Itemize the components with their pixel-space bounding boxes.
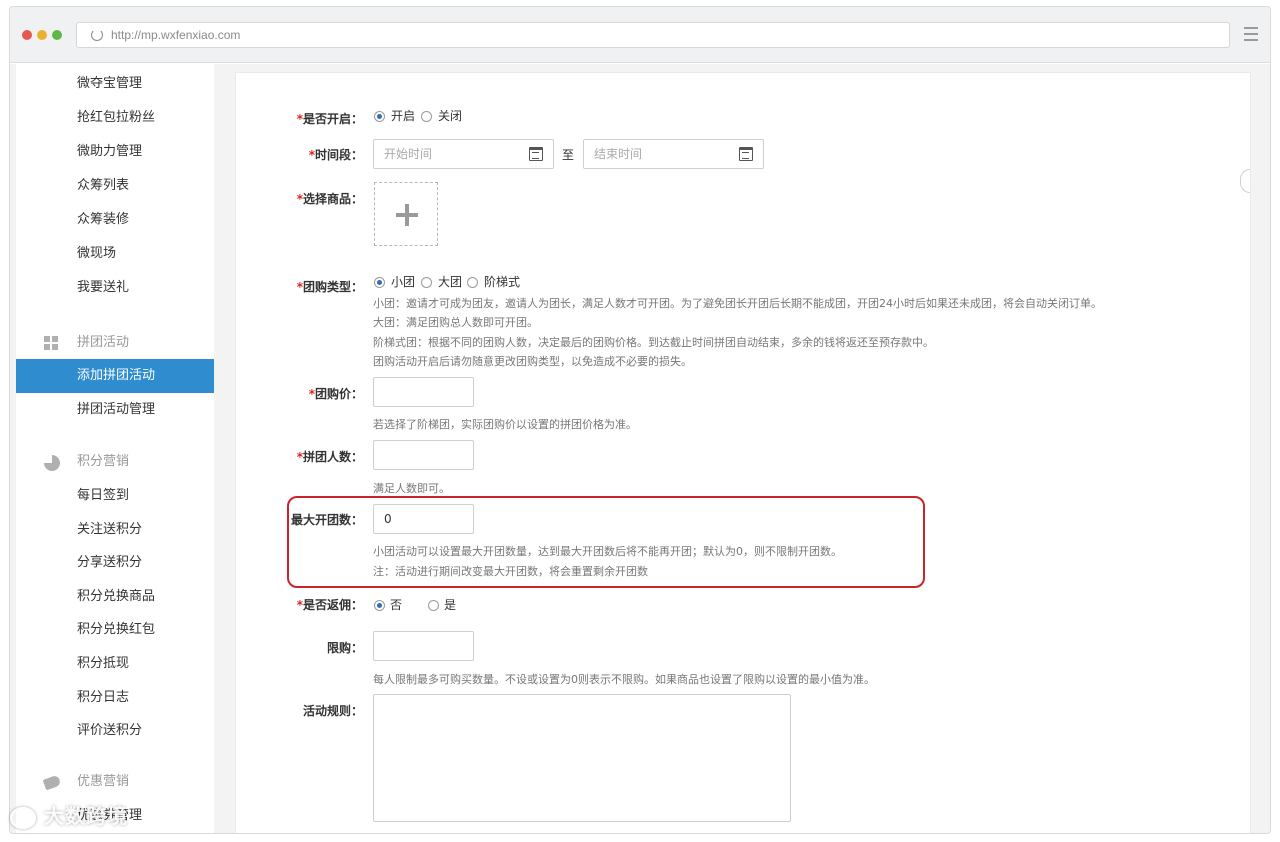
group-type-help: 团购活动开启后请勿随意更改团购类型，以免造成不必要的损失。 (373, 355, 692, 368)
tag-icon (42, 774, 62, 791)
watermark: 大数跨境 (10, 800, 128, 829)
sidebar-item-pintuan-manage[interactable]: 拼团活动管理 (16, 393, 214, 427)
sidebar-item-crowdfunding-decor[interactable]: 众筹装修 (16, 203, 214, 237)
sidebar-group-coupon: 优惠营销 (16, 765, 214, 799)
sidebar-item-points-goods[interactable]: 积分兑换商品 (16, 580, 214, 614)
sidebar-item-duobao[interactable]: 微夺宝管理 (16, 67, 214, 101)
product-label: *选择商品： (296, 192, 363, 206)
period-label: *时间段： (308, 148, 363, 162)
enable-off-radio[interactable] (421, 111, 432, 122)
maximize-window-icon[interactable] (52, 30, 62, 40)
sidebar-group-label: 拼团活动 (77, 335, 130, 350)
group-type-help: 阶梯式团：根据不同的团购人数，决定最后的团购价格。到达截止时间拼团自动结束，多余… (373, 336, 934, 349)
limit-help: 每人限制最多可购买数量。不设或设置为0则表示不限购。如果商品也设置了限购以设置的… (373, 673, 875, 686)
sidebar: 微夺宝管理 抢红包拉粉丝 微助力管理 众筹列表 众筹装修 微现场 我要送礼 拼团… (16, 64, 214, 833)
group-price-input[interactable] (373, 377, 474, 407)
rebate-label: *是否返佣： (296, 598, 363, 612)
reload-icon[interactable] (91, 29, 103, 41)
form-panel: *是否开启： 开启 关闭 *时间段： 开始时间 至 结束时间 *选择商品： *团… (235, 72, 1251, 833)
sidebar-item-add-pintuan[interactable]: 添加拼团活动 (16, 359, 214, 393)
sidebar-item-gift[interactable]: 我要送礼 (16, 271, 214, 305)
sidebar-group-points: 积分营销 (16, 445, 214, 479)
grid-icon (44, 336, 60, 350)
group-size-input[interactable] (373, 440, 474, 470)
address-bar[interactable]: http://mp.wxfenxiao.com (76, 22, 1230, 48)
pie-icon (44, 455, 60, 471)
sidebar-item-review-points[interactable]: 评价送积分 (16, 714, 214, 748)
side-scroll-handle[interactable] (1240, 169, 1250, 193)
group-type-label: *团购类型： (296, 280, 363, 294)
address-bar-url: http://mp.wxfenxiao.com (111, 28, 241, 42)
max-groups-label: 最大开团数： (290, 513, 363, 527)
sidebar-item-zhuli[interactable]: 微助力管理 (16, 135, 214, 169)
select-product-button[interactable] (374, 182, 438, 246)
calendar-icon[interactable] (529, 147, 543, 161)
enable-label: *是否开启： (296, 112, 363, 126)
enable-on-radio[interactable] (374, 111, 385, 122)
close-window-icon[interactable] (22, 30, 32, 40)
group-size-help: 满足人数即可。 (373, 482, 450, 495)
group-type-help: 小团：邀请才可成为团友，邀请人为团长，满足人数才可开团。为了避免团长开团后长期不… (373, 297, 1102, 310)
period-separator: 至 (562, 148, 575, 162)
rebate-yes-text: 是 (444, 598, 457, 612)
rules-textarea[interactable] (373, 694, 791, 822)
hamburger-menu-icon[interactable] (1244, 27, 1258, 41)
group-type-ladder-text: 阶梯式 (484, 275, 521, 289)
group-type-small-text: 小团 (391, 275, 416, 289)
sidebar-item-points-cash[interactable]: 积分抵现 (16, 647, 214, 681)
group-type-ladder-radio[interactable] (467, 277, 478, 288)
rules-label: 活动规则： (302, 704, 363, 718)
limit-input[interactable] (373, 631, 474, 661)
browser-titlebar: http://mp.wxfenxiao.com (10, 7, 1270, 63)
sidebar-item-red-packet[interactable]: 抢红包拉粉丝 (16, 101, 214, 135)
page: 微夺宝管理 抢红包拉粉丝 微助力管理 众筹列表 众筹装修 微现场 我要送礼 拼团… (10, 64, 1270, 833)
sidebar-item-points-log[interactable]: 积分日志 (16, 681, 214, 715)
sidebar-item-crowdfunding-list[interactable]: 众筹列表 (16, 169, 214, 203)
max-groups-help: 小团活动可以设置最大开团数量，达到最大开团数后将不能再开团；默认为0，则不限制开… (373, 545, 842, 558)
sidebar-item-follow-points[interactable]: 关注送积分 (16, 513, 214, 547)
sidebar-group-pintuan: 拼团活动 (16, 326, 214, 360)
group-type-small-radio[interactable] (374, 277, 385, 288)
group-size-label: *拼团人数： (296, 450, 363, 464)
sidebar-group-label: 积分营销 (77, 454, 130, 469)
watermark-logo-icon (10, 806, 36, 829)
max-groups-input[interactable]: 0 (373, 504, 474, 534)
minimize-window-icon[interactable] (37, 30, 47, 40)
group-type-big-text: 大团 (438, 275, 463, 289)
enable-on-text: 开启 (391, 109, 416, 123)
rebate-no-radio[interactable] (374, 600, 385, 611)
sidebar-group-label: 优惠营销 (77, 774, 130, 789)
enable-off-text: 关闭 (438, 109, 463, 123)
sidebar-item-share-points[interactable]: 分享送积分 (16, 546, 214, 580)
sidebar-item-points-redpacket[interactable]: 积分兑换红包 (16, 613, 214, 647)
sidebar-item-live[interactable]: 微现场 (16, 237, 214, 271)
calendar-icon[interactable] (739, 147, 753, 161)
browser-window: http://mp.wxfenxiao.com 微夺宝管理 抢红包拉粉丝 微助力… (9, 6, 1271, 834)
group-price-label: *团购价： (308, 387, 363, 401)
group-type-help: 大团：满足团购总人数即可开团。 (373, 316, 538, 329)
end-time-input[interactable]: 结束时间 (583, 139, 764, 169)
limit-label: 限购： (326, 641, 363, 655)
max-groups-note: 注：活动进行期间改变最大开团数，将会重置剩余开团数 (373, 565, 648, 578)
group-type-big-radio[interactable] (421, 277, 432, 288)
group-price-help: 若选择了阶梯团，实际团购价以设置的拼团价格为准。 (373, 418, 637, 431)
sidebar-item-daily-signin[interactable]: 每日签到 (16, 479, 214, 513)
start-time-input[interactable]: 开始时间 (373, 139, 554, 169)
rebate-yes-radio[interactable] (428, 600, 439, 611)
rebate-no-text: 否 (390, 598, 403, 612)
